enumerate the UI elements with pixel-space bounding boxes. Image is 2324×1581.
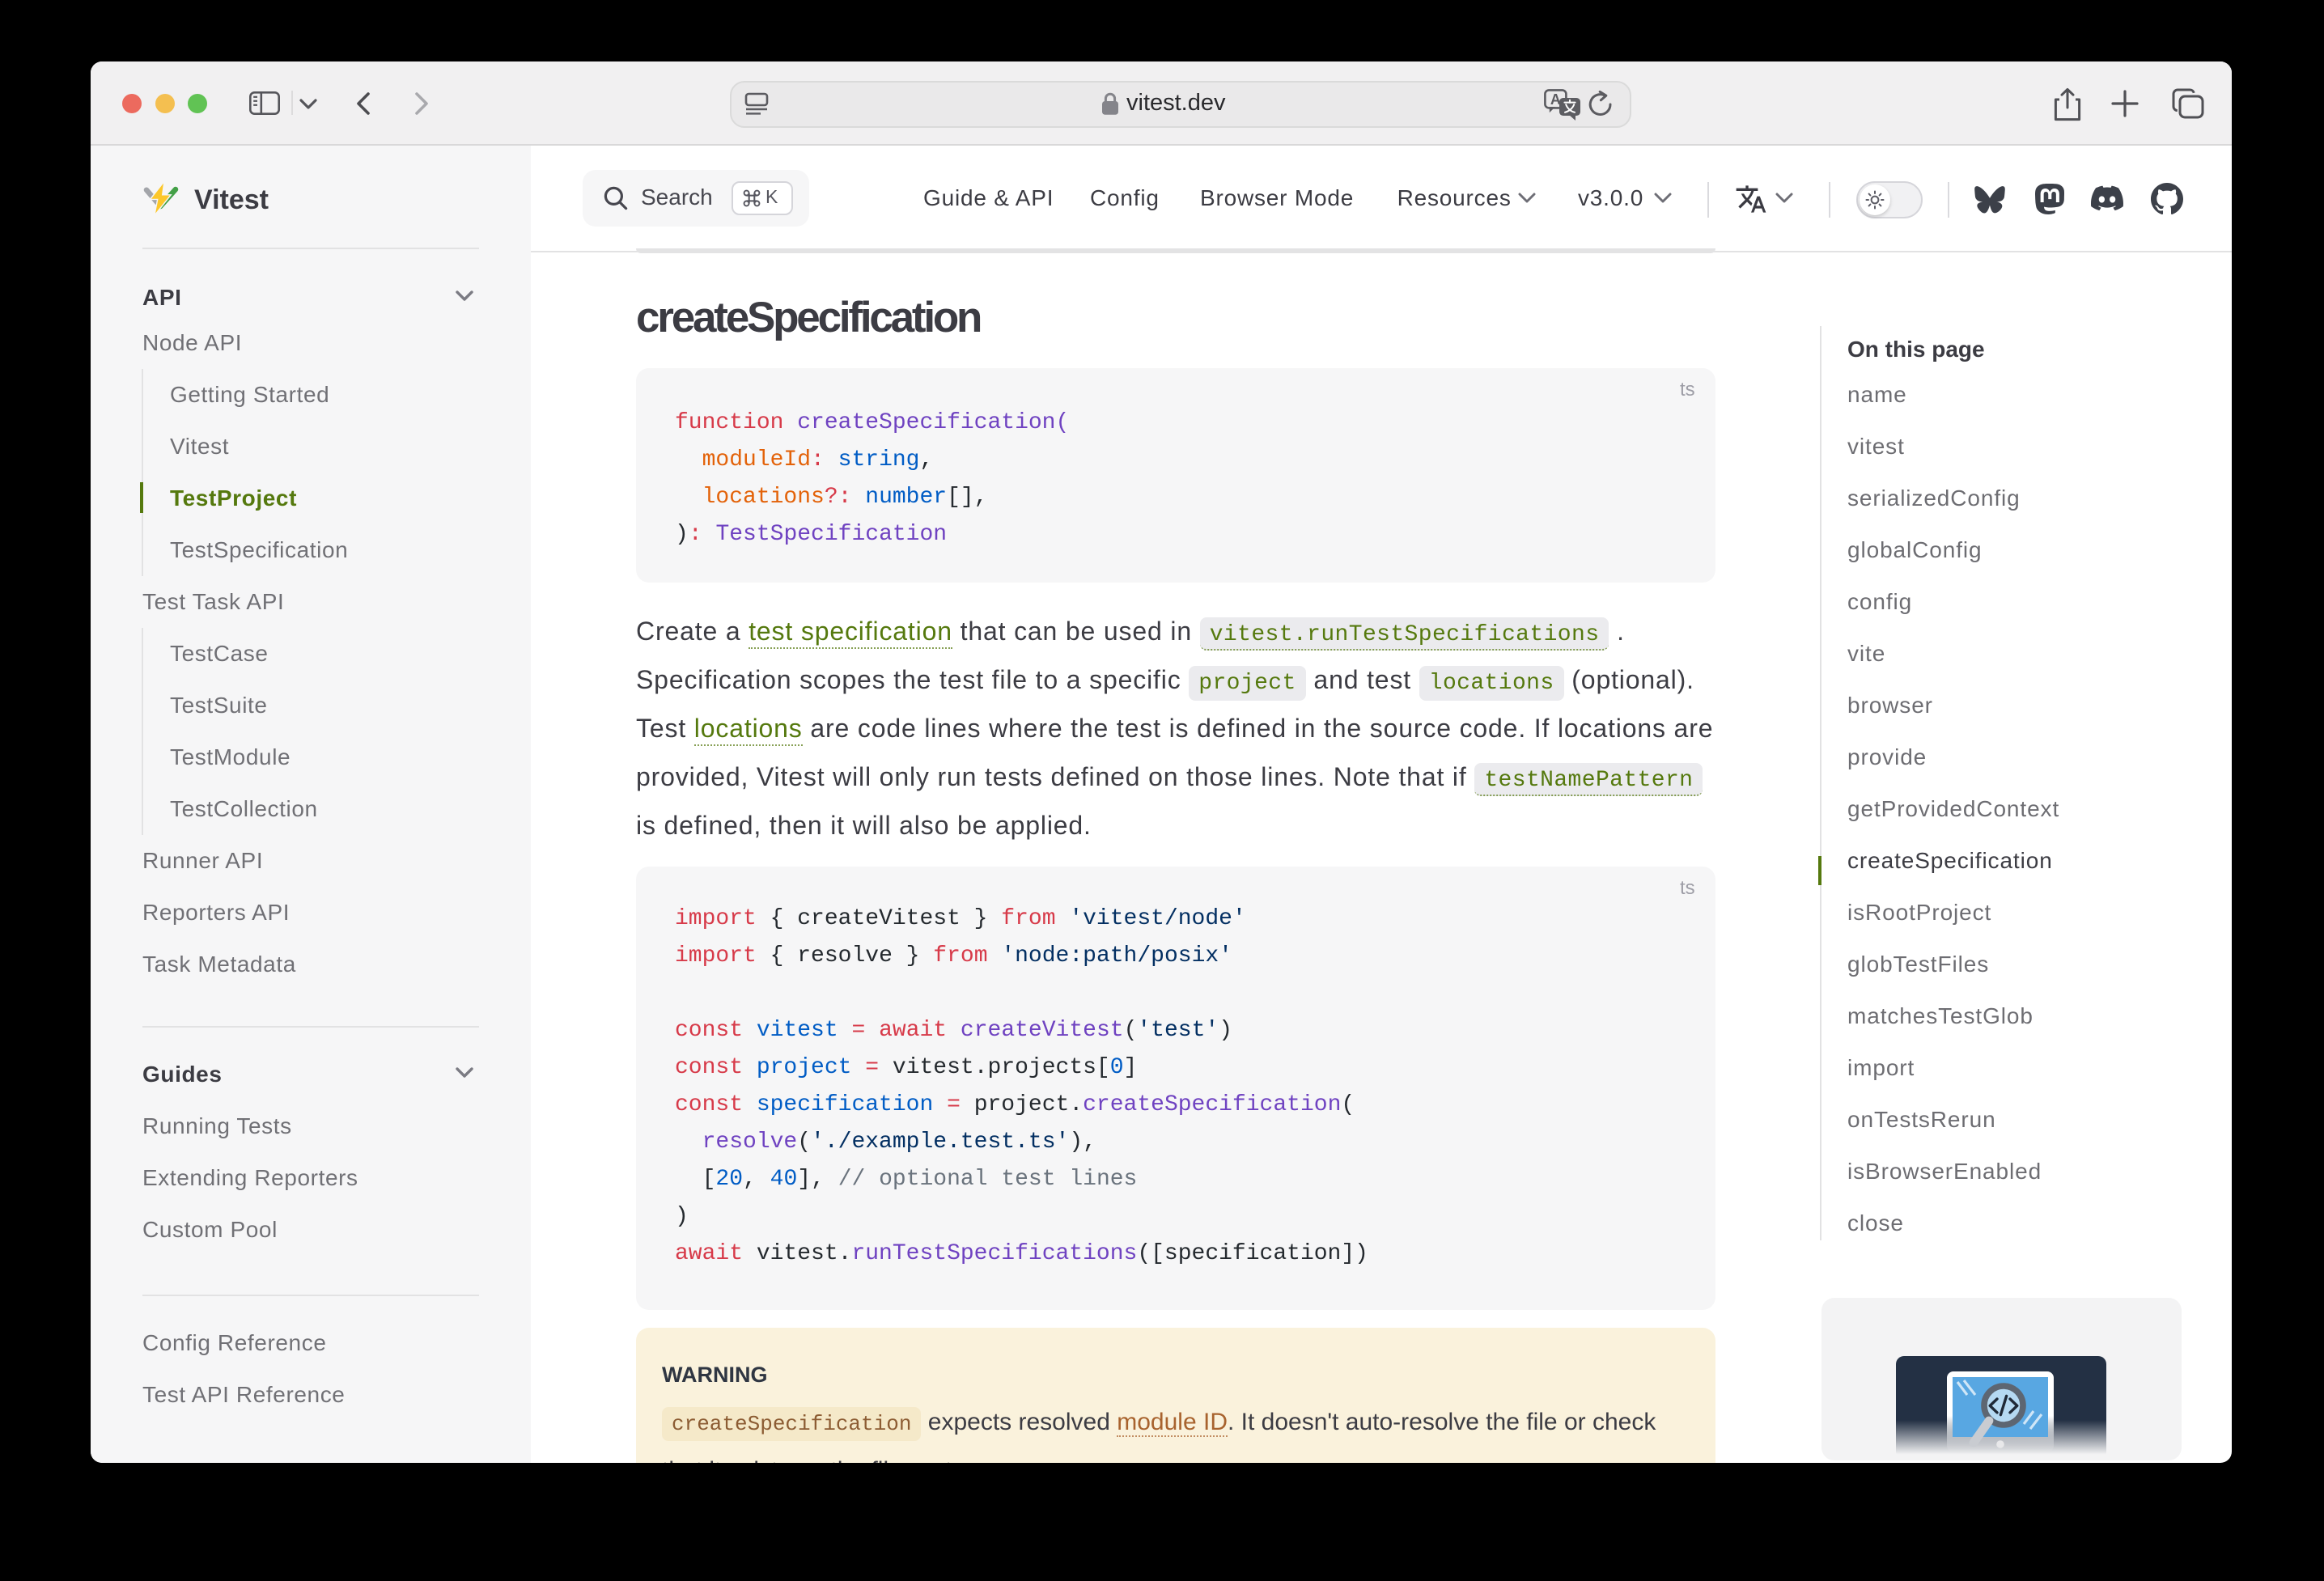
svg-text:A: A <box>1550 91 1561 108</box>
